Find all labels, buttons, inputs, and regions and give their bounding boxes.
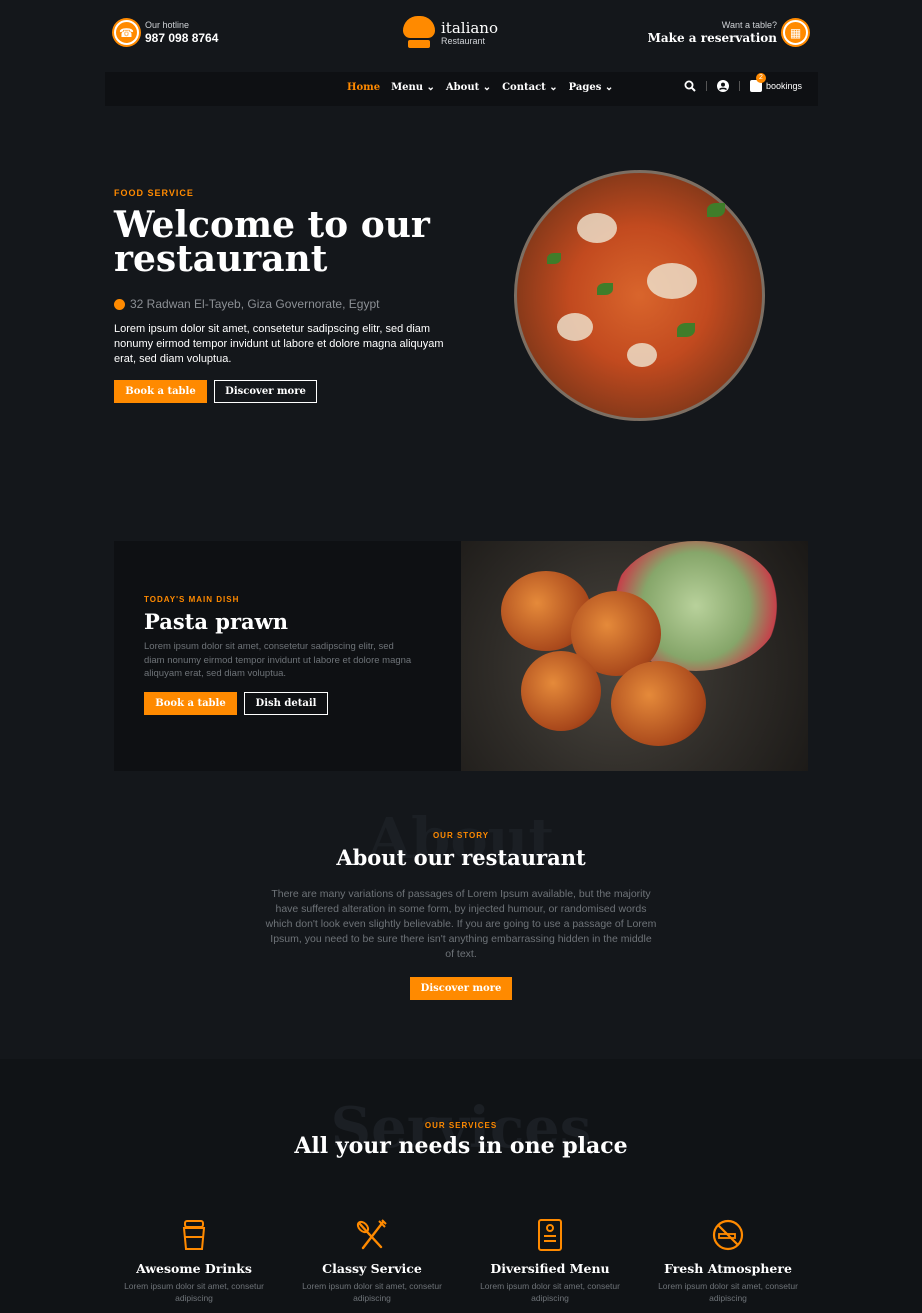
main-nav: Home Menu ⌄ About ⌄ Contact ⌄ Pages ⌄ 2 … (105, 72, 818, 106)
dish-image (461, 541, 808, 771)
top-header: ☎ Our hotline 987 098 8764 italiano Rest… (0, 0, 922, 70)
service-desc: Lorem ipsum dolor sit amet, consetur adi… (124, 1281, 264, 1303)
service-title: Fresh Atmosphere (664, 1261, 792, 1276)
nav-home[interactable]: Home (347, 82, 380, 93)
book-table-button[interactable]: Book a table (144, 692, 237, 715)
logo-name: italiano (441, 18, 498, 37)
service-desc: Lorem ipsum dolor sit amet, consetur adi… (480, 1281, 620, 1303)
phone-icon: ☎ (114, 20, 139, 45)
nav-links: Home Menu ⌄ About ⌄ Contact ⌄ Pages ⌄ (347, 82, 613, 93)
hotline[interactable]: ☎ Our hotline 987 098 8764 (114, 20, 218, 45)
service-item: Fresh Atmosphere Lorem ipsum dolor sit a… (653, 1218, 803, 1304)
dish-eyebrow: TODAY'S MAIN DISH (144, 595, 240, 604)
hero-address: 32 Radwan El-Tayeb, Giza Governorate, Eg… (114, 297, 379, 311)
discover-more-button[interactable]: Discover more (410, 977, 512, 1000)
hero-text: Lorem ipsum dolor sit amet, consetetur s… (114, 323, 444, 365)
calendar-icon: ▦ (783, 20, 808, 45)
nav-about[interactable]: About ⌄ (446, 82, 491, 93)
menu-icon (533, 1218, 567, 1252)
search-icon[interactable] (684, 80, 696, 92)
reserve-link[interactable]: Make a reservation (648, 31, 777, 45)
divider (705, 81, 707, 91)
service-title: Classy Service (322, 1261, 422, 1276)
services-eyebrow: OUR SERVICES (424, 1121, 498, 1130)
logo-sub: Restaurant (441, 35, 486, 46)
about-title: About our restaurant (336, 845, 586, 870)
service-desc: Lorem ipsum dolor sit amet, consetur adi… (302, 1281, 442, 1303)
nav-contact[interactable]: Contact ⌄ (502, 82, 558, 93)
service-title: Diversified Menu (490, 1261, 610, 1276)
main-dish-card: TODAY'S MAIN DISH Pasta prawn Lorem ipsu… (114, 541, 808, 771)
logo[interactable]: italiano Restaurant (403, 16, 498, 50)
cutlery-icon (355, 1218, 389, 1252)
hotline-number[interactable]: 987 098 8764 (145, 31, 218, 45)
about-text: There are many variations of passages of… (265, 888, 657, 960)
bookings-count: 2 (755, 73, 766, 83)
bookings-label[interactable]: bookings (766, 81, 802, 91)
reserve-label: Want a table? (721, 20, 777, 30)
dish-title: Pasta prawn (144, 609, 288, 634)
hero-dish-image (514, 170, 765, 421)
hotline-label: Our hotline (145, 20, 190, 30)
no-smoking-icon (711, 1218, 745, 1252)
user-icon[interactable] (716, 80, 729, 92)
address-text: 32 Radwan El-Tayeb, Giza Governorate, Eg… (130, 297, 380, 311)
reservation[interactable]: Want a table? Make a reservation ▦ (648, 20, 808, 45)
service-item: Diversified Menu Lorem ipsum dolor sit a… (475, 1218, 625, 1304)
bag-icon[interactable]: 2 (749, 73, 766, 92)
chef-hat-icon (403, 16, 435, 50)
service-desc: Lorem ipsum dolor sit amet, consetur adi… (658, 1281, 798, 1303)
discover-more-button[interactable]: Discover more (214, 380, 317, 403)
dish-text: Lorem ipsum dolor sit amet, consetetur s… (144, 641, 412, 679)
service-item: Classy Service Lorem ipsum dolor sit ame… (297, 1218, 447, 1304)
globe-icon (114, 298, 125, 310)
dish-detail-button[interactable]: Dish detail (244, 692, 328, 715)
nav-tools: 2 bookings (684, 73, 802, 92)
nav-menu[interactable]: Menu ⌄ (391, 82, 435, 93)
about-eyebrow: OUR STORY (432, 831, 490, 840)
hero-title: Welcome to our restaurant (114, 204, 430, 280)
divider (738, 81, 740, 91)
cup-icon (177, 1218, 211, 1252)
nav-pages[interactable]: Pages ⌄ (569, 82, 614, 93)
hero-eyebrow: FOOD SERVICE (114, 188, 194, 198)
services-title: All your needs in one place (294, 1133, 628, 1159)
service-title: Awesome Drinks (136, 1261, 252, 1276)
service-item: Awesome Drinks Lorem ipsum dolor sit ame… (119, 1218, 269, 1304)
book-table-button[interactable]: Book a table (114, 380, 207, 403)
